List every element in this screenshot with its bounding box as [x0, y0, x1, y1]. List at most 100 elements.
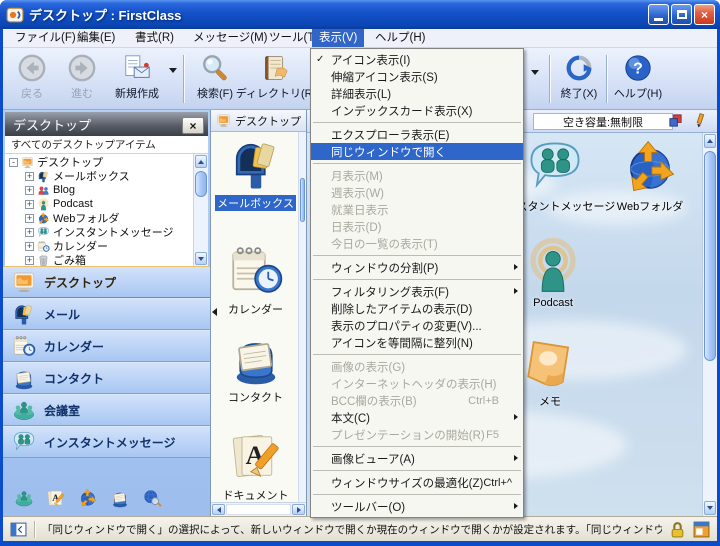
- menu-item-filtered-view[interactable]: フィルタリング表示(F): [311, 283, 523, 300]
- menu-item-arrange-icons[interactable]: アイコンを等間隔に整列(N): [311, 334, 523, 351]
- tree-item-podcast[interactable]: +Podcast: [7, 197, 192, 211]
- panel-toggle-icon[interactable]: [10, 521, 27, 538]
- scroll-up-arrow[interactable]: [704, 134, 716, 148]
- close-button[interactable]: ×: [694, 4, 715, 25]
- workspace-scrollbar[interactable]: [702, 133, 717, 516]
- expand-box[interactable]: +: [25, 242, 34, 251]
- directory-button[interactable]: ディレクトリ(R): [243, 53, 309, 107]
- sidebar-item-contact[interactable]: コンタクト: [3, 362, 210, 394]
- tree-item-im[interactable]: +インスタントメッセージ: [7, 225, 192, 239]
- expand-box[interactable]: +: [25, 256, 34, 265]
- sidebar-item-desktop[interactable]: デスクトップ: [3, 266, 210, 298]
- icon-pane-item-label: ドキュメント: [221, 487, 291, 503]
- icon-pane-vscrollbar[interactable]: [298, 132, 306, 502]
- tree-item-trash[interactable]: +ごみ箱: [7, 253, 192, 266]
- exit-button[interactable]: 終了(X): [554, 53, 604, 107]
- tree-item-desktop[interactable]: -デスクトップ: [7, 155, 192, 169]
- menu-item-toolbar[interactable]: ツールバー(O): [311, 498, 523, 515]
- expand-box[interactable]: +: [25, 214, 34, 223]
- websearch-icon[interactable]: [142, 488, 162, 508]
- icon-pane-item-contact[interactable]: コンタクト: [211, 330, 300, 405]
- scroll-right-arrow[interactable]: [292, 504, 305, 515]
- icon-pane-header: デスクトップ: [211, 110, 306, 132]
- tree-item-calendar[interactable]: +カレンダー: [7, 239, 192, 253]
- menu-item-split-window[interactable]: ウィンドウの分割(P): [311, 259, 523, 276]
- menu-item-workday-view: 就業日表示: [311, 201, 523, 218]
- maximize-button[interactable]: [671, 4, 692, 25]
- menu-item-optimize-window-size[interactable]: ウィンドウサイズの最適化(Z)Ctrl+^: [311, 474, 523, 491]
- menu-item-show-deleted-items[interactable]: 削除したアイテムの表示(D): [311, 300, 523, 317]
- menu-separator: [313, 354, 521, 355]
- window-icon[interactable]: [693, 521, 710, 538]
- help-label: ヘルプ(H): [614, 85, 662, 101]
- expand-box[interactable]: +: [25, 200, 34, 209]
- menu-item-label: インデックスカード表示(X): [331, 103, 515, 119]
- desktop-icon-label: メモ: [539, 393, 561, 409]
- menu-item-index-card-view[interactable]: インデックスカード表示(X): [311, 102, 523, 119]
- pencil-icon[interactable]: [692, 113, 707, 128]
- submenu-arrow-icon: [514, 414, 518, 420]
- help-button[interactable]: ? ヘルプ(H): [611, 53, 665, 107]
- tree-item-blog[interactable]: + Blog: [7, 183, 192, 197]
- scrollbar-thumb[interactable]: [195, 171, 207, 197]
- sidebar-item-mail[interactable]: メール: [3, 298, 210, 330]
- menu-item-icon-view[interactable]: ✓アイコン表示(I): [311, 51, 523, 68]
- submenu-arrow-icon: [514, 503, 518, 509]
- mailbox-icon: [12, 302, 36, 326]
- scrollbar-thumb[interactable]: [300, 178, 305, 222]
- tree-item-webfolder[interactable]: +Webフォルダ: [7, 211, 192, 225]
- search-button[interactable]: 検索(F): [189, 53, 241, 107]
- back-icon: [17, 53, 47, 83]
- contact-icon[interactable]: [110, 488, 130, 508]
- icon-pane-item-mailbox[interactable]: メールボックス: [211, 136, 300, 211]
- scroll-down-arrow[interactable]: [704, 501, 716, 515]
- tree-item-mailbox[interactable]: +メールボックス: [7, 169, 192, 183]
- sidebar-item-im[interactable]: インスタントメッセージ: [3, 426, 210, 458]
- new-message-button[interactable]: 新規作成: [110, 53, 164, 107]
- menu-item-explorer-view[interactable]: エクスプローラ表示(E): [311, 126, 523, 143]
- icon-pane-item-document[interactable]: Aドキュメント: [211, 428, 300, 503]
- back-label: 戻る: [21, 85, 43, 101]
- expand-box[interactable]: +: [25, 228, 34, 237]
- collapse-box[interactable]: -: [9, 158, 18, 167]
- sidebar-item-calendar[interactable]: カレンダー: [3, 330, 210, 362]
- layers-icon[interactable]: [668, 113, 683, 128]
- app-logo-icon: [6, 6, 24, 24]
- scroll-down-arrow[interactable]: [195, 252, 207, 265]
- panel-close-button[interactable]: ×: [182, 117, 204, 134]
- expand-box[interactable]: +: [25, 172, 34, 181]
- tree-item-label: Blog: [53, 184, 75, 196]
- toolbar-overflow-arrow[interactable]: [531, 70, 539, 75]
- menu-edit[interactable]: 編集(E): [70, 29, 122, 47]
- menu-help[interactable]: ヘルプ(H): [368, 29, 432, 47]
- sidebar-item-conference[interactable]: 会議室: [3, 394, 210, 426]
- desktop-icon-webfolder[interactable]: Webフォルダ: [580, 138, 717, 214]
- tree-scrollbar[interactable]: [193, 154, 208, 266]
- menu-item-open-in-same-window[interactable]: 同じウィンドウで開く: [311, 143, 523, 160]
- icon-pane-hscrollbar[interactable]: [211, 502, 306, 516]
- menu-view[interactable]: 表示(V): [312, 29, 364, 47]
- im-icon: [37, 226, 50, 239]
- menu-format[interactable]: 書式(R): [128, 29, 181, 47]
- webfolder-icon: [37, 212, 50, 225]
- icon-pane-item-label: コンタクト: [226, 389, 285, 405]
- expand-box[interactable]: +: [25, 186, 34, 195]
- toolbar-separator: [606, 55, 607, 103]
- scroll-up-arrow[interactable]: [195, 155, 207, 168]
- scrollbar-track[interactable]: [226, 504, 291, 515]
- menu-item-detail-view[interactable]: 詳細表示(L): [311, 85, 523, 102]
- document-icon[interactable]: A: [46, 488, 66, 508]
- webfolder-icon[interactable]: [78, 488, 98, 508]
- minimize-button[interactable]: [648, 4, 669, 25]
- new-message-dropdown-arrow[interactable]: [169, 68, 177, 73]
- directory-label: ディレクトリ(R): [236, 85, 317, 101]
- scroll-left-arrow[interactable]: [212, 504, 225, 515]
- menu-item-change-view-properties[interactable]: 表示のプロパティの変更(V)...: [311, 317, 523, 334]
- menu-item-body[interactable]: 本文(C): [311, 409, 523, 426]
- icon-pane-item-calendar[interactable]: カレンダー: [211, 242, 300, 317]
- menu-item-scaled-icon-view[interactable]: 伸縮アイコン表示(S): [311, 68, 523, 85]
- pane-collapse-arrow[interactable]: [212, 308, 217, 316]
- conference-icon[interactable]: [14, 488, 34, 508]
- scrollbar-thumb[interactable]: [704, 151, 716, 361]
- menu-item-image-viewer[interactable]: 画像ビューア(A): [311, 450, 523, 467]
